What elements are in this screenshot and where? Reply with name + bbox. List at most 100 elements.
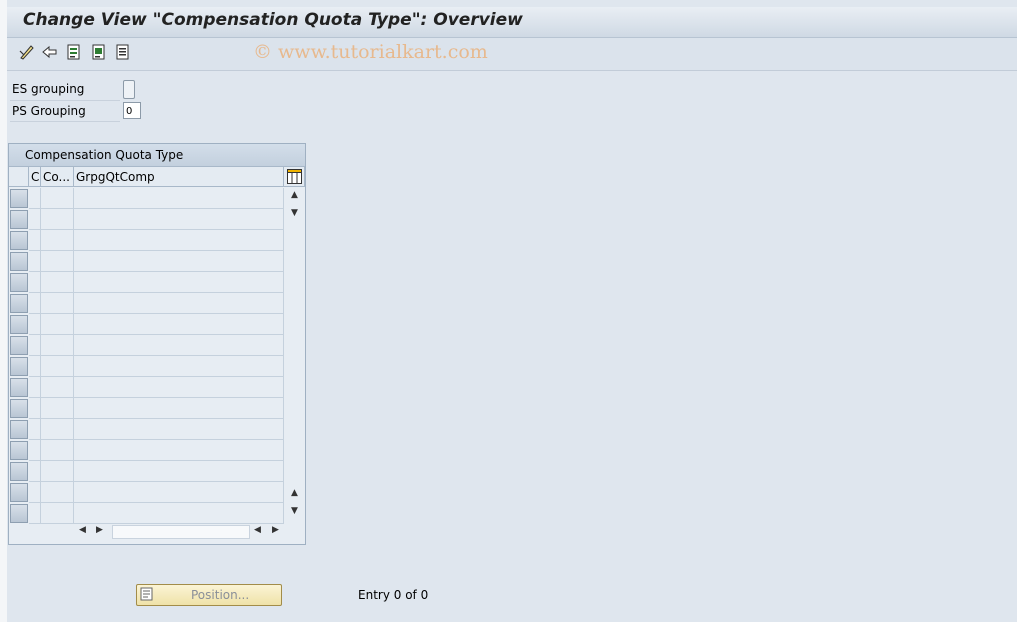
table-cell[interactable] <box>29 419 41 440</box>
table-cell[interactable] <box>74 209 284 230</box>
deselect-icon[interactable] <box>114 43 132 61</box>
select-all-icon[interactable] <box>90 43 108 61</box>
table-cell[interactable] <box>74 272 284 293</box>
scroll-left-end-icon[interactable]: ◀ <box>254 525 261 535</box>
table-cell[interactable] <box>74 377 284 398</box>
table-cell[interactable] <box>29 356 41 377</box>
table-cell[interactable] <box>74 398 284 419</box>
table-cell[interactable] <box>41 482 74 503</box>
table-cell[interactable] <box>41 230 74 251</box>
position-icon <box>140 587 153 601</box>
row-selector[interactable] <box>10 336 28 355</box>
row-selector[interactable] <box>10 231 28 250</box>
table-cell[interactable] <box>41 440 74 461</box>
table-cell[interactable] <box>29 251 41 272</box>
table-cell[interactable] <box>74 482 284 503</box>
scroll-down-icon[interactable]: ▼ <box>291 506 298 516</box>
table-cell[interactable] <box>74 230 284 251</box>
table-cell[interactable] <box>41 188 74 209</box>
table-cell[interactable] <box>41 503 74 524</box>
table-cell[interactable] <box>29 272 41 293</box>
horizontal-scroll-track[interactable] <box>112 525 250 539</box>
column-header-grpgqtcomp[interactable]: GrpgQtComp <box>74 167 284 187</box>
scroll-up-icon[interactable]: ▲ <box>291 190 298 200</box>
row-selector[interactable] <box>10 441 28 460</box>
ps-grouping-label: PS Grouping <box>12 104 86 118</box>
table-cell[interactable] <box>29 335 41 356</box>
table-cell[interactable] <box>41 314 74 335</box>
table-cell[interactable] <box>29 440 41 461</box>
scroll-up-page-icon[interactable]: ▲ <box>291 488 298 498</box>
vertical-scrollbar[interactable]: ▲ ▼ ▲ ▼ <box>288 188 302 518</box>
table-cell[interactable] <box>29 188 41 209</box>
title-bar: Change View "Compensation Quota Type": O… <box>7 7 1017 38</box>
undo-icon[interactable] <box>41 43 59 61</box>
table-cell[interactable] <box>29 503 41 524</box>
table-cell[interactable] <box>41 419 74 440</box>
details-icon[interactable] <box>65 43 83 61</box>
table-cell[interactable] <box>74 356 284 377</box>
row-selector[interactable] <box>10 273 28 292</box>
table-settings-icon[interactable] <box>287 169 302 184</box>
ps-grouping-field[interactable]: 0 <box>123 102 141 119</box>
row-selector[interactable] <box>10 378 28 397</box>
table-cell[interactable] <box>29 377 41 398</box>
row-selector[interactable] <box>10 252 28 271</box>
table-cell[interactable] <box>74 188 284 209</box>
table-cell[interactable] <box>74 293 284 314</box>
table-cell[interactable] <box>29 482 41 503</box>
table-cell[interactable] <box>41 293 74 314</box>
row-selector[interactable] <box>10 294 28 313</box>
table-cell[interactable] <box>74 251 284 272</box>
table-cell[interactable] <box>29 314 41 335</box>
window-left-edge <box>0 0 7 622</box>
table-cell[interactable] <box>74 335 284 356</box>
row-selector[interactable] <box>10 504 28 523</box>
table-cell[interactable] <box>41 251 74 272</box>
select-all-rows-corner[interactable] <box>9 167 29 187</box>
table-cell[interactable] <box>29 398 41 419</box>
column-header-co[interactable]: Co... <box>41 167 74 187</box>
table-title: Compensation Quota Type <box>25 148 184 162</box>
compensation-quota-table: Compensation Quota Type C Co... GrpgQtCo… <box>8 143 306 545</box>
row-selector[interactable] <box>10 420 28 439</box>
table-cell[interactable] <box>41 398 74 419</box>
position-button[interactable]: Position... <box>136 584 282 606</box>
table-cell[interactable] <box>74 461 284 482</box>
row-selector[interactable] <box>10 462 28 481</box>
table-cell[interactable] <box>41 377 74 398</box>
row-selector[interactable] <box>10 210 28 229</box>
table-cell[interactable] <box>41 335 74 356</box>
table-cell[interactable] <box>41 461 74 482</box>
edit-pen-icon[interactable] <box>18 43 36 61</box>
scroll-right-icon[interactable]: ▶ <box>96 525 103 535</box>
table-cell[interactable] <box>74 314 284 335</box>
scroll-right-end-icon[interactable]: ▶ <box>272 525 279 535</box>
row-selector[interactable] <box>10 483 28 502</box>
table-cell[interactable] <box>29 209 41 230</box>
es-grouping-label: ES grouping <box>12 82 85 96</box>
table-cell[interactable] <box>41 272 74 293</box>
column-settings-cell <box>284 167 305 187</box>
table-cell[interactable] <box>74 503 284 524</box>
table-cell[interactable] <box>29 461 41 482</box>
table-cell[interactable] <box>74 440 284 461</box>
table-title-bar: Compensation Quota Type <box>9 144 305 167</box>
table-cell[interactable] <box>29 293 41 314</box>
column-header-c[interactable]: C <box>29 167 41 187</box>
row-selector[interactable] <box>10 357 28 376</box>
table-cell[interactable] <box>29 230 41 251</box>
scroll-left-icon[interactable]: ◀ <box>79 525 86 535</box>
table-cell[interactable] <box>41 209 74 230</box>
row-selector[interactable] <box>10 399 28 418</box>
entry-counter: Entry 0 of 0 <box>358 588 429 602</box>
application-toolbar: © www.tutorialkart.com <box>7 38 1017 71</box>
page-title: Change View "Compensation Quota Type": O… <box>23 10 523 30</box>
table-cell[interactable] <box>74 419 284 440</box>
es-grouping-field[interactable] <box>123 80 135 99</box>
row-selector[interactable] <box>10 189 28 208</box>
row-selector[interactable] <box>10 315 28 334</box>
field-underline <box>10 121 120 122</box>
table-cell[interactable] <box>41 356 74 377</box>
scroll-down-page-icon[interactable]: ▼ <box>291 208 298 218</box>
